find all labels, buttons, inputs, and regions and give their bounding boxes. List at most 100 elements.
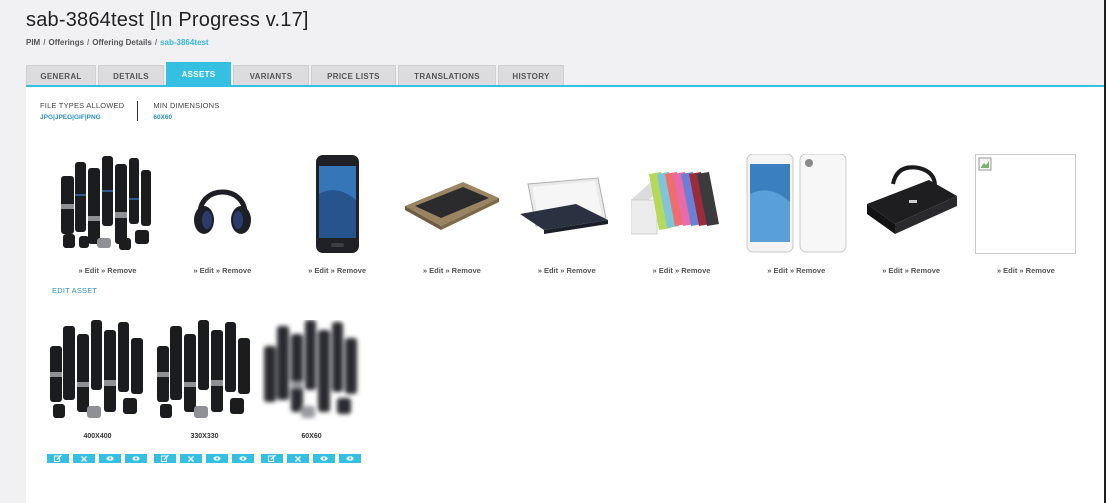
file-types-block: FILE TYPES ALLOWED JPG|JPEG|GIF|PNG [40, 101, 137, 121]
asset-remove-link[interactable]: » Remove [101, 266, 136, 275]
asset-item: » Edit » Remove [745, 154, 861, 275]
asset-gallery: » Edit » Remove » Edit » Remove » Edit »… [57, 154, 1090, 275]
assets-panel: FILE TYPES ALLOWED JPG|JPEG|GIF|PNG MIN … [26, 87, 1104, 503]
asset-actions: » Edit » Remove [516, 266, 617, 275]
asset-edit-link[interactable]: » Edit [997, 266, 1017, 275]
asset-remove-link[interactable]: » Remove [790, 266, 825, 275]
tab-assets[interactable]: ASSETS [166, 62, 231, 86]
size-60-preview [261, 320, 362, 421]
asset-edit-link[interactable]: » Edit [767, 266, 787, 275]
view-button[interactable] [313, 454, 335, 463]
eye-icon [320, 456, 328, 461]
asset-actions: » Edit » Remove [172, 266, 273, 275]
asset-sizes: 400X400 330X330 60X60 [47, 320, 368, 463]
edit-asset-link[interactable]: EDIT ASSET [52, 286, 97, 295]
colored-covers-thumbnail[interactable] [630, 154, 732, 254]
tab-bar: GENERAL DETAILS ASSETS VARIANTS PRICE LI… [26, 62, 566, 86]
eye-icon [213, 456, 221, 461]
file-types-value: JPG|JPEG|GIF|PNG [40, 114, 101, 121]
asset-edit-link[interactable]: » Edit [308, 266, 328, 275]
view-button[interactable] [206, 454, 228, 463]
asset-actions: » Edit » Remove [746, 266, 847, 275]
asset-item: » Edit » Remove [860, 154, 976, 275]
tablet-case-thumbnail[interactable] [516, 154, 618, 254]
preview-button[interactable] [339, 454, 361, 463]
asset-remove-link[interactable]: » Remove [560, 266, 595, 275]
preview-button[interactable] [232, 454, 254, 463]
tab-details[interactable]: DETAILS [98, 65, 164, 86]
asset-actions: » Edit » Remove [861, 266, 962, 275]
min-dimensions-label: MIN DIMENSIONS [153, 101, 220, 110]
page-title: sab-3864test [In Progress v.17] [26, 9, 309, 31]
asset-actions: » Edit » Remove [401, 266, 502, 275]
size-actions [47, 454, 154, 463]
breadcrumb-pim[interactable]: PIM [26, 38, 40, 47]
asset-remove-link[interactable]: » Remove [331, 266, 366, 275]
asset-edit-link[interactable]: » Edit [653, 266, 673, 275]
laptop-bag-thumbnail[interactable] [860, 154, 962, 254]
keyboard-thumbnail[interactable] [401, 154, 503, 254]
size-variant: 60X60 [261, 320, 368, 463]
edit-icon [54, 455, 62, 462]
asset-edit-link[interactable]: » Edit [538, 266, 558, 275]
asset-remove-link[interactable]: » Remove [905, 266, 940, 275]
asset-item: » Edit » Remove [975, 154, 1090, 275]
edit-icon [268, 455, 276, 462]
size-label: 330X330 [190, 433, 219, 440]
breadcrumb: PIM / Offerings / Offering Details / sab-3864t… [26, 38, 209, 47]
asset-item: » Edit » Remove [516, 154, 631, 275]
tab-variants[interactable]: VARIANTS [233, 65, 309, 86]
breadcrumb-offerings[interactable]: Offerings [48, 38, 84, 47]
asset-actions: » Edit » Remove [975, 266, 1076, 275]
smartphone-thumbnail[interactable] [286, 154, 388, 254]
headphones-thumbnail[interactable] [171, 154, 273, 254]
asset-edit-link[interactable]: » Edit [882, 266, 902, 275]
close-icon [81, 455, 87, 462]
breadcrumb-current: sab-3864test [160, 38, 209, 47]
eye-icon [346, 456, 354, 461]
white-phone-thumbnail[interactable] [745, 154, 847, 254]
lenses-thumbnail[interactable] [57, 154, 158, 254]
size-actions [261, 454, 368, 463]
delete-button[interactable] [73, 454, 95, 463]
asset-edit-link[interactable]: » Edit [193, 266, 213, 275]
close-icon [188, 455, 194, 462]
asset-remove-link[interactable]: » Remove [675, 266, 710, 275]
min-dimensions-value: 60X60 [153, 114, 173, 121]
edit-button[interactable] [261, 454, 283, 463]
asset-remove-link[interactable]: » Remove [1019, 266, 1054, 275]
breadcrumb-offering-details[interactable]: Offering Details [92, 38, 152, 47]
size-variant: 330X330 [154, 320, 261, 463]
size-label: 60X60 [301, 433, 322, 440]
tab-history[interactable]: HISTORY [498, 65, 564, 86]
page-header: sab-3864test [In Progress v.17] PIM / Offe… [26, 9, 309, 47]
tab-translations[interactable]: TRANSLATIONS [398, 65, 496, 86]
asset-remove-link[interactable]: » Remove [216, 266, 251, 275]
asset-actions: » Edit » Remove [287, 266, 388, 275]
asset-actions: » Edit » Remove [631, 266, 732, 275]
delete-button[interactable] [180, 454, 202, 463]
asset-item: » Edit » Remove [401, 154, 516, 275]
size-400-preview [47, 320, 148, 421]
preview-button[interactable] [125, 454, 147, 463]
edit-button[interactable] [154, 454, 176, 463]
asset-item: » Edit » Remove [286, 154, 402, 275]
tab-price-lists[interactable]: PRICE LISTS [311, 65, 396, 86]
tab-general[interactable]: GENERAL [26, 65, 96, 86]
size-330-preview [154, 320, 255, 421]
view-button[interactable] [99, 454, 121, 463]
delete-button[interactable] [287, 454, 309, 463]
size-label: 400X400 [83, 433, 112, 440]
size-variant: 400X400 [47, 320, 154, 463]
file-requirements: FILE TYPES ALLOWED JPG|JPEG|GIF|PNG MIN … [40, 101, 232, 121]
broken-image-thumbnail[interactable] [975, 154, 1077, 254]
edit-icon [161, 455, 169, 462]
asset-edit-link[interactable]: » Edit [79, 266, 99, 275]
asset-edit-link[interactable]: » Edit [423, 266, 443, 275]
asset-item: » Edit » Remove [57, 154, 172, 275]
close-icon [295, 455, 301, 462]
edit-button[interactable] [47, 454, 69, 463]
file-types-label: FILE TYPES ALLOWED [40, 101, 125, 110]
asset-remove-link[interactable]: » Remove [445, 266, 480, 275]
eye-icon [132, 456, 140, 461]
